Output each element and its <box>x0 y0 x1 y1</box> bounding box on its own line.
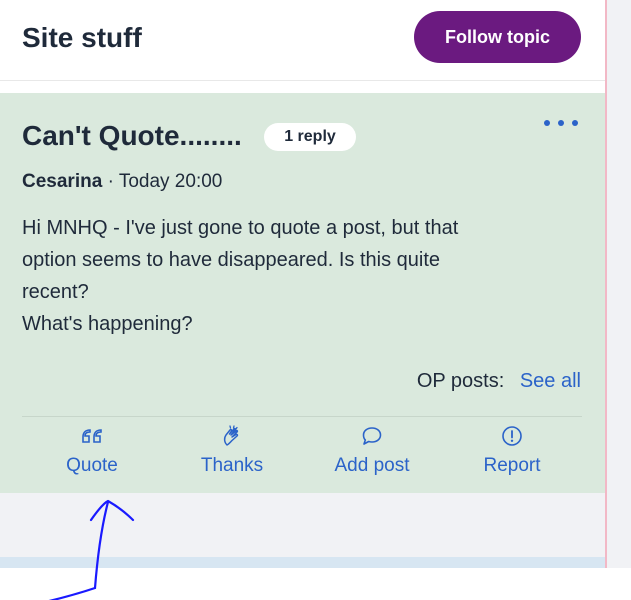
quote-button[interactable]: Quote <box>22 423 162 487</box>
post-meta: Cesarina · Today 20:00 <box>22 171 222 193</box>
more-dot-icon <box>558 120 564 126</box>
more-options-button[interactable] <box>544 111 578 135</box>
see-all-link[interactable]: See all <box>520 370 581 392</box>
more-dot-icon <box>544 120 550 126</box>
post-actions: Quote Thanks Add post Report <box>22 423 582 487</box>
topic-panel: Site stuff Follow topic Can't Quote.....… <box>0 0 607 568</box>
speech-bubble-icon <box>361 423 383 449</box>
clapping-hands-icon <box>221 423 243 449</box>
topic-title: Site stuff <box>22 22 142 53</box>
more-dot-icon <box>572 120 578 126</box>
thanks-button[interactable]: Thanks <box>162 423 302 487</box>
post-body-line: What's happening? <box>22 313 193 335</box>
quote-label: Quote <box>66 455 118 476</box>
report-button[interactable]: Report <box>442 423 582 487</box>
op-posts-label: OP posts: <box>416 370 505 392</box>
actions-divider <box>22 416 582 417</box>
reply-count-badge: 1 reply <box>264 123 356 151</box>
add-post-label: Add post <box>334 455 410 476</box>
post-author[interactable]: Cesarina <box>22 171 102 192</box>
meta-separator: · <box>107 171 114 192</box>
next-post-edge <box>0 557 605 568</box>
post-body-line: recent? <box>22 281 89 303</box>
post-separator-band <box>0 493 605 557</box>
post-body-line: Hi MNHQ - I've just gone to quote a post… <box>22 217 459 239</box>
alert-circle-icon <box>501 423 523 449</box>
post-body: Hi MNHQ - I've just gone to quote a post… <box>22 212 582 340</box>
add-post-button[interactable]: Add post <box>302 423 442 487</box>
post-card: Can't Quote........ 1 reply Cesarina · T… <box>0 93 605 493</box>
post-time: Today 20:00 <box>118 171 223 192</box>
quote-icon <box>81 423 103 449</box>
right-scroll-rail <box>607 0 631 568</box>
report-label: Report <box>483 455 541 476</box>
topic-header: Site stuff Follow topic <box>0 0 605 81</box>
post-title: Can't Quote........ <box>22 120 242 151</box>
follow-topic-button[interactable]: Follow topic <box>414 11 581 63</box>
post-body-line: option seems to have disappeared. Is thi… <box>22 249 441 271</box>
thanks-label: Thanks <box>200 455 264 476</box>
op-posts-row: OP posts: See all <box>417 370 581 393</box>
